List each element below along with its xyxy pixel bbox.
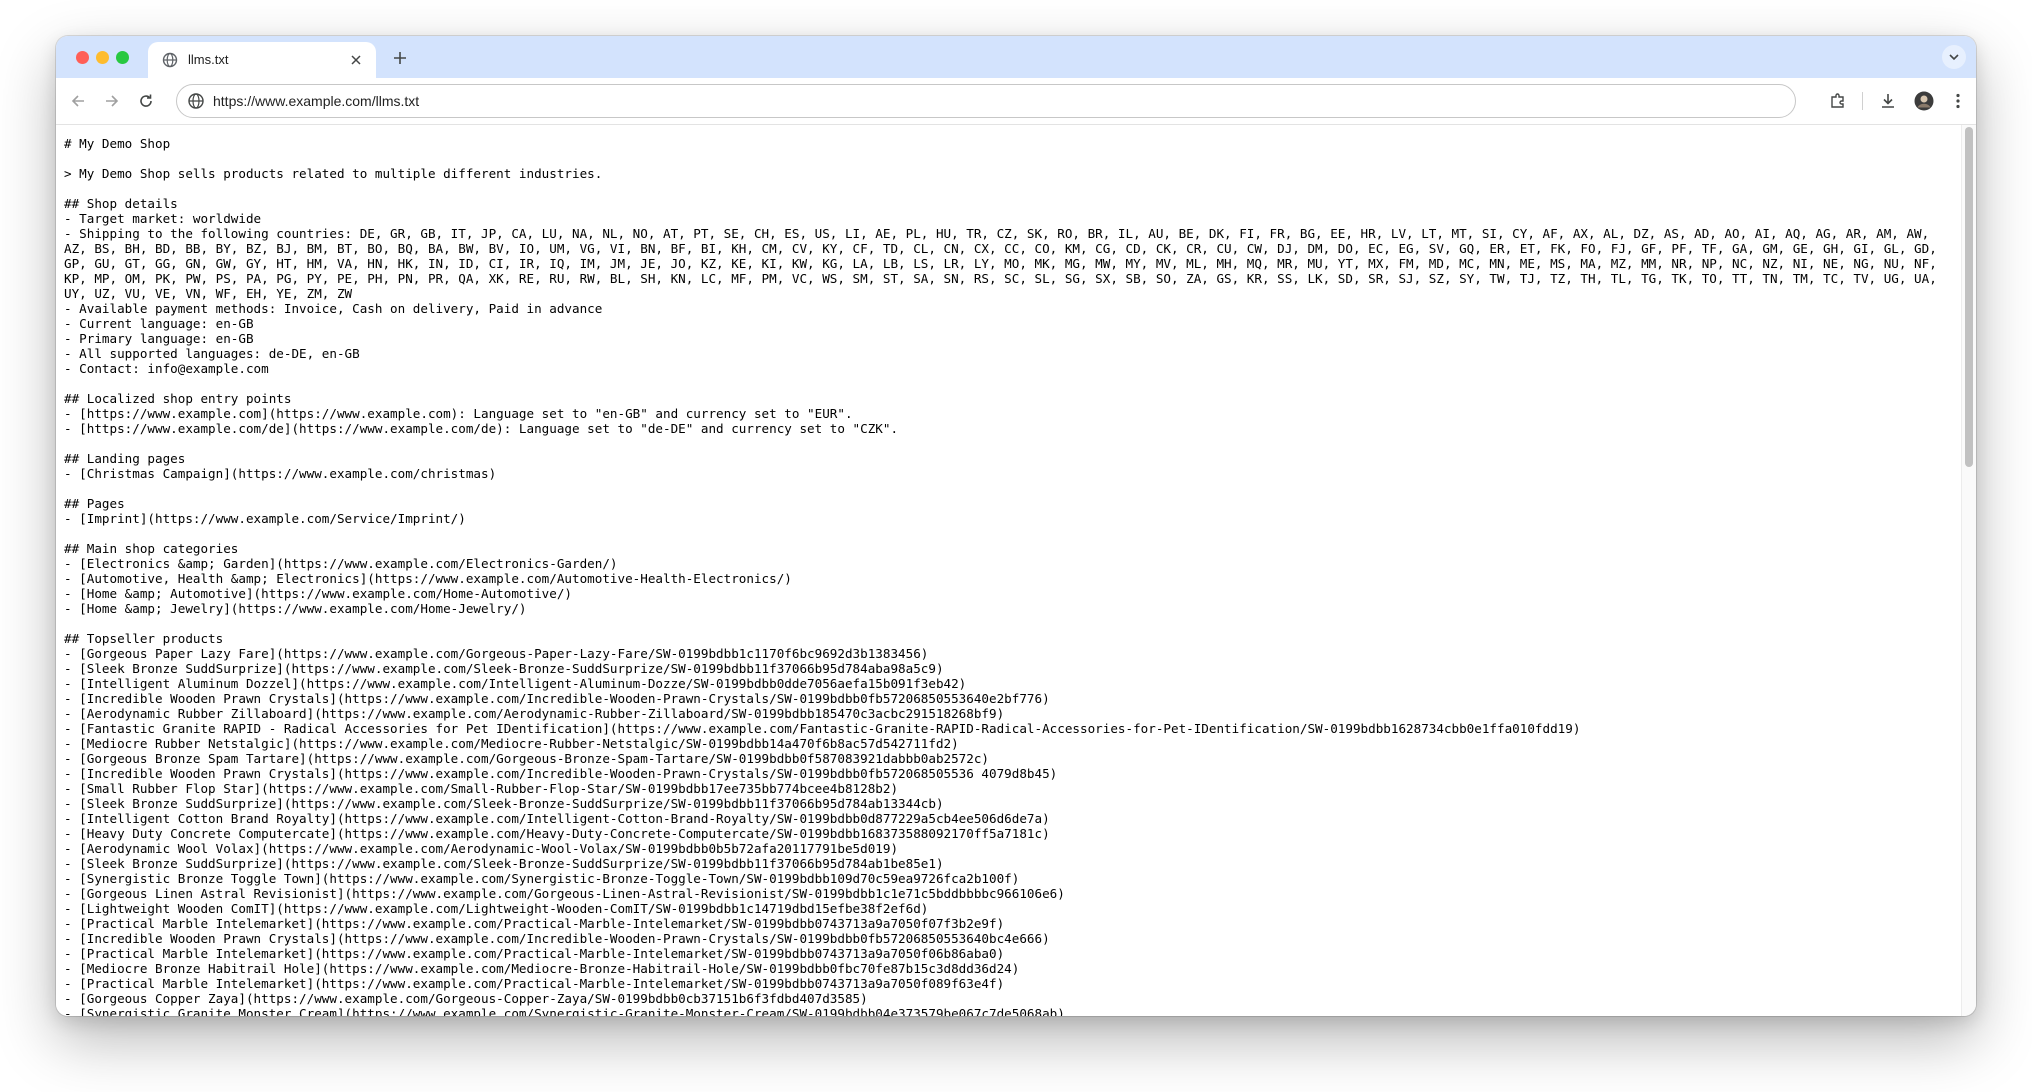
document-line: - Target market: worldwide xyxy=(64,211,262,226)
close-tab-button[interactable] xyxy=(346,50,366,70)
document-line: - [Sleek Bronze SuddSurprize](https://ww… xyxy=(64,856,944,871)
browser-toolbar: https://www.example.com/llms.txt xyxy=(56,78,1976,125)
document-line: - Current language: en-GB xyxy=(64,316,254,331)
document-line: - [Intelligent Aluminum Dozzel](https://… xyxy=(64,676,967,691)
page-content: # My Demo Shop > My Demo Shop sells prod… xyxy=(56,125,1962,1016)
close-window-button[interactable] xyxy=(76,51,89,64)
document-line: # My Demo Shop xyxy=(64,136,171,151)
back-button[interactable] xyxy=(66,89,90,113)
puzzle-icon xyxy=(1831,93,1844,108)
scrollbar-thumb[interactable] xyxy=(1965,127,1973,467)
document-line: - [https://www.example.com/de](https://w… xyxy=(64,421,899,436)
document-line: - [Sleek Bronze SuddSurprize](https://ww… xyxy=(64,661,944,676)
toolbar-divider xyxy=(1862,92,1863,110)
download-icon xyxy=(1882,94,1894,108)
document-line: - [Practical Marble Intelemarket](https:… xyxy=(64,916,1005,931)
extensions-button[interactable] xyxy=(1826,89,1850,113)
document-line: - [Small Rubber Flop Star](https://www.e… xyxy=(64,781,899,796)
document-line: - [Synergistic Granite Monster Cream](ht… xyxy=(64,1006,1065,1016)
document-line: - [Mediocre Bronze Habitrail Hole](https… xyxy=(64,961,1020,976)
document-line: - [Aerodynamic Rubber Zillaboard](https:… xyxy=(64,706,1005,721)
document-line: - [Home &amp; Jewelry](https://www.examp… xyxy=(64,601,527,616)
plus-icon xyxy=(394,52,406,64)
document-line: - [Intelligent Cotton Brand Royalty](htt… xyxy=(64,811,1050,826)
document-line: - [https://www.example.com](https://www.… xyxy=(64,406,853,421)
document-line: - [Christmas Campaign](https://www.examp… xyxy=(64,466,497,481)
document-line: - [Practical Marble Intelemarket](https:… xyxy=(64,976,1005,991)
document-line: - [Synergistic Bronze Toggle Town](https… xyxy=(64,871,1020,886)
document-line: - Shipping to the following countries: D… xyxy=(64,226,1945,301)
downloads-button[interactable] xyxy=(1876,89,1900,113)
document-line: - [Gorgeous Copper Zaya](https://www.exa… xyxy=(64,991,868,1006)
document-line: ## Landing pages xyxy=(64,451,186,466)
browser-window: llms.txt https://www.example.com/llms.tx… xyxy=(56,36,1976,1016)
document-line: ## Topseller products xyxy=(64,631,224,646)
document-line: ## Shop details xyxy=(64,196,178,211)
document-line: - [Incredible Wooden Prawn Crystals](htt… xyxy=(64,931,1050,946)
browser-menu-button[interactable] xyxy=(1946,89,1970,113)
address-bar[interactable]: https://www.example.com/llms.txt xyxy=(176,84,1796,118)
document-line: - [Incredible Wooden Prawn Crystals](htt… xyxy=(64,691,1050,706)
document-line: ## Pages xyxy=(64,496,125,511)
document-line: - [Incredible Wooden Prawn Crystals](htt… xyxy=(64,766,1058,781)
document-line: - [Gorgeous Paper Lazy Fare](https://www… xyxy=(64,646,929,661)
document-line: ## Main shop categories xyxy=(64,541,239,556)
document-line: - All supported languages: de-DE, en-GB xyxy=(64,346,360,361)
url-text: https://www.example.com/llms.txt xyxy=(213,93,420,109)
chevron-down-icon xyxy=(1949,54,1959,61)
vertical-scrollbar[interactable] xyxy=(1961,125,1976,1016)
minimize-window-button[interactable] xyxy=(96,51,109,64)
document-line: - [Practical Marble Intelemarket](https:… xyxy=(64,946,1005,961)
document-line: - [Home &amp; Automotive](https://www.ex… xyxy=(64,586,572,601)
document-line: - [Automotive, Health &amp; Electronics]… xyxy=(64,571,792,586)
document-line: - [Fantastic Granite RAPID - Radical Acc… xyxy=(64,721,1581,736)
new-tab-button[interactable] xyxy=(388,46,412,70)
reload-button[interactable] xyxy=(134,89,158,113)
close-icon xyxy=(351,55,361,65)
back-arrow-icon xyxy=(71,95,84,107)
avatar xyxy=(1914,91,1934,111)
llms-txt-document: # My Demo Shop > My Demo Shop sells prod… xyxy=(56,125,1944,1016)
document-line: - [Gorgeous Bronze Spam Tartare](https:/… xyxy=(64,751,990,766)
document-line: - Contact: info@example.com xyxy=(64,361,269,376)
tab-strip: llms.txt xyxy=(56,36,1976,78)
document-line: > My Demo Shop sells products related to… xyxy=(64,166,603,181)
more-vert-icon xyxy=(1956,93,1960,109)
document-line: - Available payment methods: Invoice, Ca… xyxy=(64,301,603,316)
document-line: - [Mediocre Rubber Netstalgic](https://w… xyxy=(64,736,959,751)
forward-arrow-icon xyxy=(106,95,119,107)
reload-icon xyxy=(140,94,152,107)
document-line: - [Heavy Duty Concrete Computercate](htt… xyxy=(64,826,1050,841)
document-line: - [Imprint](https://www.example.com/Serv… xyxy=(64,511,466,526)
document-line: - Primary language: en-GB xyxy=(64,331,254,346)
document-line: ## Localized shop entry points xyxy=(64,391,292,406)
document-line: - [Gorgeous Linen Astral Revisionist](ht… xyxy=(64,886,1065,901)
tab-llms-txt[interactable]: llms.txt xyxy=(148,42,376,78)
site-info-icon[interactable] xyxy=(187,92,205,110)
profile-button[interactable] xyxy=(1912,89,1936,113)
tab-search-button[interactable] xyxy=(1942,45,1966,69)
document-line: - [Sleek Bronze SuddSurprize](https://ww… xyxy=(64,796,944,811)
document-line: - [Aerodynamic Wool Volax](https://www.e… xyxy=(64,841,899,856)
forward-button[interactable] xyxy=(100,89,124,113)
maximize-window-button[interactable] xyxy=(116,51,129,64)
globe-icon xyxy=(162,52,178,68)
tab-title: llms.txt xyxy=(188,52,229,67)
document-line: - [Lightweight Wooden ComIT](https://www… xyxy=(64,901,929,916)
document-line: - [Electronics &amp; Garden](https://www… xyxy=(64,556,618,571)
